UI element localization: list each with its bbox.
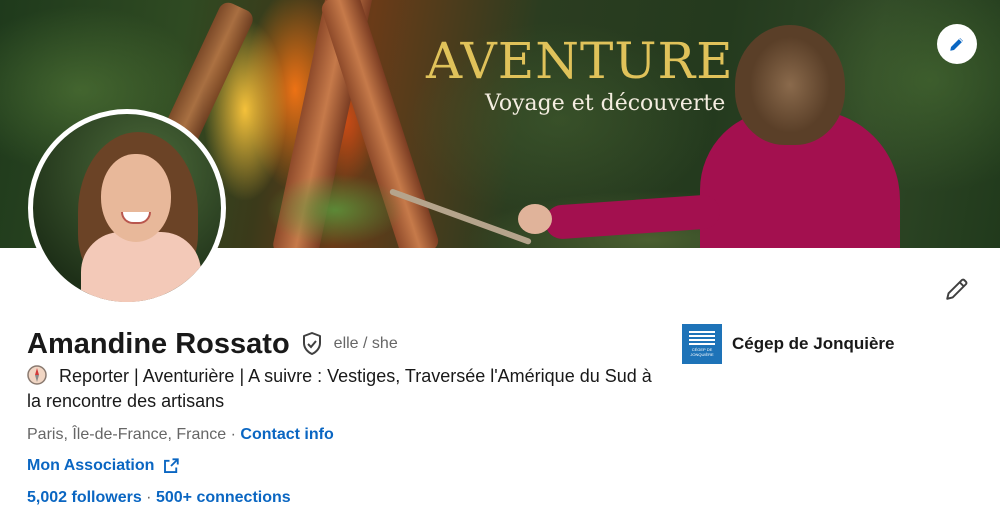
school-logo-text: CÉGEP DE JONQUIÈRE (690, 347, 713, 357)
banner-title: AVENTURE (426, 32, 734, 90)
headline-text: Reporter | Aventurière | A suivre : Vest… (27, 366, 652, 411)
pronouns: elle / she (333, 335, 398, 352)
separator-dot: · (146, 489, 152, 506)
banner-fern (240, 150, 430, 248)
website-row[interactable]: Mon Association (27, 455, 180, 477)
school-logo-mark (689, 331, 715, 345)
school-name[interactable]: Cégep de Jonquière (732, 334, 894, 354)
pencil-icon (950, 38, 963, 51)
location-row: Paris, Île-de-France, France · Contact i… (27, 424, 334, 446)
edit-banner-button[interactable] (937, 24, 977, 64)
profile-name: Amandine Rossato (27, 328, 290, 360)
education-entry[interactable]: CÉGEP DE JONQUIÈRE Cégep de Jonquière (682, 324, 894, 364)
banner-person-head (735, 25, 845, 145)
profile-headline: Reporter | Aventurière | A suivre : Vest… (27, 364, 667, 414)
school-logo-text-line: JONQUIÈRE (690, 352, 714, 357)
edit-intro-button[interactable] (940, 274, 974, 304)
external-link-icon (162, 457, 180, 475)
school-logo: CÉGEP DE JONQUIÈRE (682, 324, 722, 364)
separator-dot: · (230, 426, 236, 443)
banner-person-hand (518, 204, 552, 234)
name-row: Amandine Rossato elle / she (27, 324, 398, 364)
website-link[interactable]: Mon Association (27, 455, 154, 477)
contact-info-link[interactable]: Contact info (240, 426, 333, 443)
profile-avatar[interactable] (28, 109, 226, 307)
banner-subtitle: Voyage et découverte (485, 91, 726, 116)
followers-link[interactable]: 5,002 followers (27, 489, 142, 506)
pencil-icon (946, 278, 968, 300)
compass-icon (27, 365, 47, 385)
location-text: Paris, Île-de-France, France (27, 426, 227, 443)
shield-check-icon[interactable] (300, 331, 324, 357)
network-row: 5,002 followers · 500+ connections (27, 487, 291, 509)
avatar-face (101, 154, 171, 242)
connections-link[interactable]: 500+ connections (156, 489, 291, 506)
avatar-shirt (81, 232, 201, 302)
